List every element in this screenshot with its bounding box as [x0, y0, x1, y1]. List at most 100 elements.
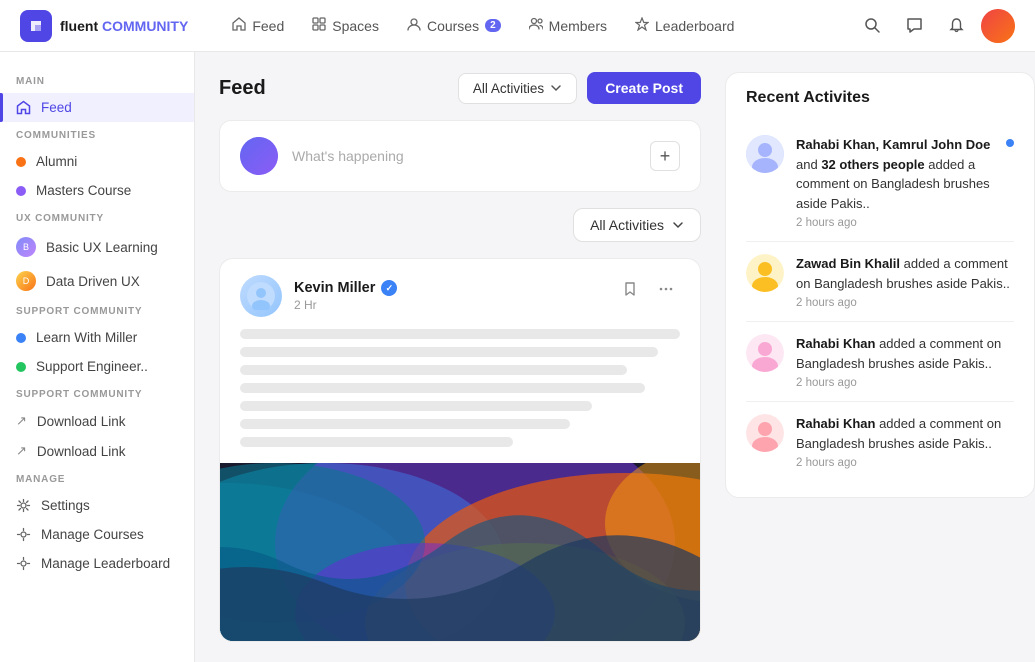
bookmark-button[interactable]: [616, 275, 644, 303]
user-avatar-nav[interactable]: [981, 9, 1015, 43]
post-content-lines: [220, 329, 700, 463]
post-image: [220, 463, 700, 642]
sidebar-item-settings[interactable]: Settings: [0, 491, 194, 520]
logo[interactable]: fluent COMMUNITY: [20, 10, 188, 42]
bell-icon: [948, 17, 965, 34]
search-button[interactable]: [855, 9, 889, 43]
all-activities-filter[interactable]: All Activities: [573, 208, 701, 242]
sidebar-item-download-2[interactable]: ↗ Download Link: [0, 436, 194, 466]
feed-label: Feed: [41, 100, 72, 115]
chevron-down-filter-icon: [672, 219, 684, 231]
manage-courses-label: Manage Courses: [41, 527, 144, 542]
avatar-svg-1: [746, 135, 784, 173]
sidebar-item-support-eng[interactable]: Support Engineer..: [0, 352, 194, 381]
activity-desc-3: Rahabi Khan added a comment on Banglades…: [796, 334, 1014, 373]
notifications-button[interactable]: [939, 9, 973, 43]
author-info: Kevin Miller ✓ 2 Hr: [294, 280, 397, 312]
avatar-face-kevin: [247, 282, 275, 310]
add-content-button[interactable]: +: [650, 141, 680, 171]
filter-label: All Activities: [590, 217, 664, 233]
sidebar-item-manage-courses[interactable]: Manage Courses: [0, 520, 194, 549]
dot-masters: [16, 186, 26, 196]
verified-icon: ✓: [381, 280, 397, 296]
nav-members-label: Members: [549, 18, 607, 34]
nav-members[interactable]: Members: [517, 11, 619, 40]
sidebar-item-alumni[interactable]: Alumni: [0, 147, 194, 176]
download-1-label: Download Link: [37, 414, 126, 429]
nav-feed[interactable]: Feed: [220, 11, 296, 40]
bookmark-icon: [622, 281, 638, 297]
nav-spaces-label: Spaces: [332, 18, 379, 34]
sidebar-item-data-driven[interactable]: D Data Driven UX: [0, 264, 194, 298]
chat-button[interactable]: [897, 9, 931, 43]
feed-header: Feed All Activities Create Post: [219, 72, 701, 104]
recent-activities-title: Recent Activites: [746, 89, 1014, 107]
avatar-rahabi-1: [746, 135, 784, 173]
activity-text-1: Rahabi Khan, Kamrul John Doe and 32 othe…: [796, 135, 1014, 229]
activity-desc-2: Zawad Bin Khalil added a comment on Bang…: [796, 254, 1014, 293]
manage-leaderboard-label: Manage Leaderboard: [41, 556, 170, 571]
chat-icon: [906, 17, 923, 34]
dot-support: [16, 362, 26, 372]
section-label-support1: SUPPORT COMMUNITY: [0, 298, 194, 323]
recent-activities-card: Recent Activites Rahabi Khan, Kamrul Joh…: [725, 72, 1035, 498]
logo-icon: [20, 10, 52, 42]
avatar-data-driven: D: [16, 271, 36, 291]
activity-desc-4: Rahabi Khan added a comment on Banglades…: [796, 414, 1014, 453]
post-image-svg: [220, 463, 700, 642]
nav-feed-label: Feed: [252, 18, 284, 34]
nav-courses[interactable]: Courses 2: [395, 11, 513, 40]
section-label-communities: COMMUNITIES: [0, 122, 194, 147]
avatar-svg-2: [746, 254, 784, 292]
nav-actions: [855, 9, 1015, 43]
sidebar-item-download-1[interactable]: ↗ Download Link: [0, 406, 194, 436]
brand-name: fluent COMMUNITY: [60, 18, 188, 34]
avatar-rahabi-3: [746, 414, 784, 452]
post-actions: [616, 275, 680, 303]
leaderboard-icon: [635, 17, 649, 34]
sidebar-item-learn-miller[interactable]: Learn With Miller: [0, 323, 194, 352]
dot-alumni: [16, 157, 26, 167]
sidebar-item-basic-ux[interactable]: B Basic UX Learning: [0, 230, 194, 264]
section-label-manage: MANAGE: [0, 466, 194, 491]
create-post-button[interactable]: Create Post: [587, 72, 701, 104]
nav-items: Feed Spaces Courses 2 Members Leaderbo: [220, 11, 847, 40]
activity-new-dot-1: [1006, 139, 1014, 147]
settings-icon: [16, 498, 31, 513]
author-avatar: [240, 275, 282, 317]
sidebar-section-support2: SUPPORT COMMUNITY ↗ Download Link ↗ Down…: [0, 381, 194, 466]
create-post-label: Create Post: [605, 80, 683, 96]
whats-happening-box: What's happening +: [219, 120, 701, 192]
author-name-text: Kevin Miller: [294, 280, 375, 296]
sidebar-item-manage-leaderboard[interactable]: Manage Leaderboard: [0, 549, 194, 578]
sidebar-item-masters[interactable]: Masters Course: [0, 176, 194, 205]
activity-text-4: Rahabi Khan added a comment on Banglades…: [796, 414, 1014, 469]
content-line-3: [240, 365, 627, 375]
more-options-button[interactable]: [652, 275, 680, 303]
activity-item-4: Rahabi Khan added a comment on Banglades…: [746, 402, 1014, 481]
manage-courses-icon: [16, 527, 31, 542]
activity-text-2: Zawad Bin Khalil added a comment on Bang…: [796, 254, 1014, 309]
settings-label: Settings: [41, 498, 90, 513]
feed-title: Feed: [219, 77, 266, 100]
home-sidebar-icon: [16, 100, 31, 115]
dot-learn: [16, 333, 26, 343]
arrow-icon-2: ↗: [16, 443, 27, 459]
post-author: Kevin Miller ✓ 2 Hr: [240, 275, 397, 317]
manage-leaderboard-icon: [16, 556, 31, 571]
sidebar-item-feed[interactable]: Feed: [0, 93, 194, 122]
nav-spaces[interactable]: Spaces: [300, 11, 391, 40]
feed-header-actions: All Activities Create Post: [458, 72, 701, 104]
nav-leaderboard[interactable]: Leaderboard: [623, 11, 746, 40]
avatar-svg-4: [746, 414, 784, 452]
sidebar-section-communities: COMMUNITIES Alumni Masters Course: [0, 122, 194, 205]
activity-item-1: Rahabi Khan, Kamrul John Doe and 32 othe…: [746, 123, 1014, 242]
activity-item-3: Rahabi Khan added a comment on Banglades…: [746, 322, 1014, 402]
right-panel: Recent Activites Rahabi Khan, Kamrul Joh…: [725, 52, 1035, 662]
avatar-rahabi-2: [746, 334, 784, 372]
courses-icon: [407, 17, 421, 34]
nav-courses-label: Courses: [427, 18, 479, 34]
activities-dropdown[interactable]: All Activities: [458, 73, 577, 104]
download-2-label: Download Link: [37, 444, 126, 459]
whats-happening-placeholder[interactable]: What's happening: [292, 148, 636, 164]
